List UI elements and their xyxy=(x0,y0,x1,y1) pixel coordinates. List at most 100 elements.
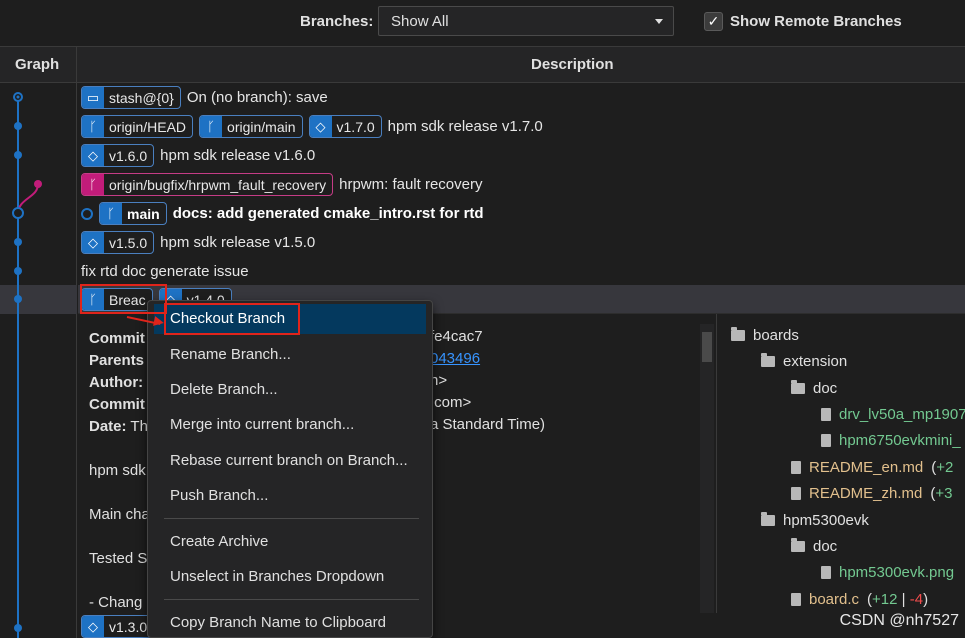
graph-column-header[interactable]: Graph xyxy=(0,47,77,82)
body-line: - Chang xyxy=(89,594,143,611)
remote-branch-ref[interactable]: ᚴ origin/bugfix/hrpwm_fault_recovery xyxy=(81,173,334,196)
date-head: Th xyxy=(130,418,148,435)
tag-ref[interactable]: ◇ v1.6.0 xyxy=(81,144,155,167)
body-line: Main cha xyxy=(89,506,150,523)
author-key: Author: xyxy=(89,374,144,391)
commit-message: fix rtd doc generate issue xyxy=(81,263,249,280)
branch-context-menu: Checkout Branch Rename Branch... Delete … xyxy=(147,300,433,638)
tree-file[interactable]: hpm5300evk.png xyxy=(821,560,954,584)
committer-email-tail: .com> xyxy=(430,394,472,411)
details-text: Commit Parents Author: Commit Date: Th h… xyxy=(89,328,150,614)
file-icon xyxy=(821,433,831,447)
annotation-box-branch xyxy=(80,284,167,314)
committer-key: Commit xyxy=(89,396,145,413)
menu-item-delete-branch[interactable]: Delete Branch... xyxy=(154,375,426,405)
menu-item-merge-branch[interactable]: Merge into current branch... xyxy=(154,410,426,440)
details-scrollbar[interactable] xyxy=(700,324,714,613)
parent-hash-link[interactable]: 043496 xyxy=(430,350,480,367)
commit-row[interactable]: ᚴ origin/bugfix/hrpwm_fault_recovery hrpw… xyxy=(78,170,965,199)
commit-graph xyxy=(0,83,77,638)
file-icon xyxy=(791,486,801,500)
file-icon xyxy=(791,460,801,474)
commit-message: On (no branch): save xyxy=(186,89,328,106)
annotation-box-checkout xyxy=(164,303,300,335)
tree-folder[interactable]: boards xyxy=(731,323,799,347)
column-header: Graph Description xyxy=(0,46,965,83)
commit-row[interactable]: ▭ stash@{0} On (no branch): save xyxy=(78,83,965,112)
tag-ref[interactable]: ◇ v1.7.0 xyxy=(308,115,382,138)
branch-icon: ᚴ xyxy=(82,116,104,137)
show-remote-checkbox[interactable]: ✓ xyxy=(704,12,723,31)
body-line: hpm sdk xyxy=(89,462,146,479)
file-icon xyxy=(791,592,801,606)
tree-file[interactable]: drv_lv50a_mp1907 xyxy=(821,402,965,426)
menu-item-rename-branch[interactable]: Rename Branch... xyxy=(154,340,426,370)
menu-item-rebase-branch[interactable]: Rebase current branch on Branch... xyxy=(154,446,426,476)
remote-branch-ref[interactable]: ᚴ origin/HEAD xyxy=(81,115,194,138)
branches-label: Branches: xyxy=(300,13,374,30)
head-indicator-icon xyxy=(81,207,93,220)
folder-icon xyxy=(791,537,805,552)
chevron-down-icon xyxy=(655,19,663,24)
menu-separator xyxy=(164,518,419,519)
branches-dropdown-value: Show All xyxy=(391,13,449,30)
branch-icon: ᚴ xyxy=(100,203,122,224)
tag-icon: ◇ xyxy=(309,116,332,137)
folder-icon xyxy=(761,352,775,367)
tree-folder[interactable]: hpm5300evk xyxy=(761,508,869,532)
graph-lines xyxy=(0,92,77,638)
menu-item-unselect-dropdown[interactable]: Unselect in Branches Dropdown xyxy=(154,562,426,592)
tag-ref[interactable]: ◇ v1.3.0 xyxy=(81,615,155,638)
tree-folder[interactable]: doc xyxy=(791,376,837,400)
watermark: CSDN @nh7527 xyxy=(839,612,959,629)
commit-row[interactable]: ◇ v1.5.0 hpm sdk release v1.5.0 xyxy=(78,228,965,257)
toolbar: Branches: Show All ✓ Show Remote Branche… xyxy=(0,0,965,45)
commit-hash-tail: fe4cac7 xyxy=(430,328,483,345)
commit-message: hrpwm: fault recovery xyxy=(339,176,483,193)
description-column-header[interactable]: Description xyxy=(531,56,614,73)
commit-message: hpm sdk release v1.6.0 xyxy=(160,147,316,164)
commit-row[interactable]: ᚴ origin/HEAD ᚴ origin/main ◇ v1.7.0 hpm sd… xyxy=(78,112,965,141)
commit-row[interactable]: ◇ v1.6.0 hpm sdk release v1.6.0 xyxy=(78,141,965,170)
tag-icon: ◇ xyxy=(82,616,104,637)
tag-ref[interactable]: ◇ v1.5.0 xyxy=(81,231,155,254)
menu-item-push-branch[interactable]: Push Branch... xyxy=(154,481,426,511)
scrollbar-thumb[interactable] xyxy=(702,332,712,362)
menu-item-create-archive[interactable]: Create Archive xyxy=(154,527,426,557)
tree-file[interactable]: hpm6750evkmini_ xyxy=(821,428,961,452)
tree-folder[interactable]: extension xyxy=(761,349,847,373)
stash-icon: ▭ xyxy=(82,87,104,108)
checkmark-icon: ✓ xyxy=(707,13,720,29)
show-remote-label[interactable]: Show Remote Branches xyxy=(730,13,902,30)
changed-files-tree: boards extension doc drv_lv50a_mp1907 hp… xyxy=(716,314,965,613)
tree-file[interactable]: README_zh.md (+3 xyxy=(791,481,952,505)
folder-icon xyxy=(761,511,775,526)
stash-ref[interactable]: ▭ stash@{0} xyxy=(81,86,181,109)
commit-key: Commit xyxy=(89,330,145,347)
file-icon xyxy=(821,565,831,579)
commit-message: docs: add generated cmake_intro.rst for … xyxy=(172,205,484,222)
file-icon xyxy=(821,407,831,421)
folder-icon xyxy=(791,379,805,394)
remote-branch-ref[interactable]: ᚴ origin/main xyxy=(199,115,303,138)
folder-icon xyxy=(731,326,745,341)
tree-file[interactable]: board.c (+12 | -4) xyxy=(791,587,928,611)
menu-item-copy-branch-name[interactable]: Copy Branch Name to Clipboard xyxy=(154,608,426,638)
commit-row[interactable]: ᚴ main docs: add generated cmake_intro.rs… xyxy=(78,199,965,228)
head-branch-ref[interactable]: ᚴ main xyxy=(99,202,167,225)
date-key: Date: xyxy=(89,418,127,435)
body-line: Tested S xyxy=(89,550,148,567)
parents-key: Parents xyxy=(89,352,145,369)
date-tail: a Standard Time) xyxy=(430,416,546,433)
branch-icon: ᚴ xyxy=(82,174,104,195)
branches-dropdown[interactable]: Show All xyxy=(378,6,674,36)
tree-folder[interactable]: doc xyxy=(791,534,837,558)
branch-icon: ᚴ xyxy=(200,116,223,137)
commit-message: hpm sdk release v1.7.0 xyxy=(387,118,543,135)
annotation-arrow-head-icon xyxy=(153,316,165,328)
menu-separator xyxy=(164,599,419,600)
commit-row[interactable]: fix rtd doc generate issue xyxy=(78,257,965,286)
commit-message: hpm sdk release v1.5.0 xyxy=(160,234,316,251)
tag-icon: ◇ xyxy=(82,232,104,253)
tree-file[interactable]: README_en.md (+2 xyxy=(791,455,953,479)
